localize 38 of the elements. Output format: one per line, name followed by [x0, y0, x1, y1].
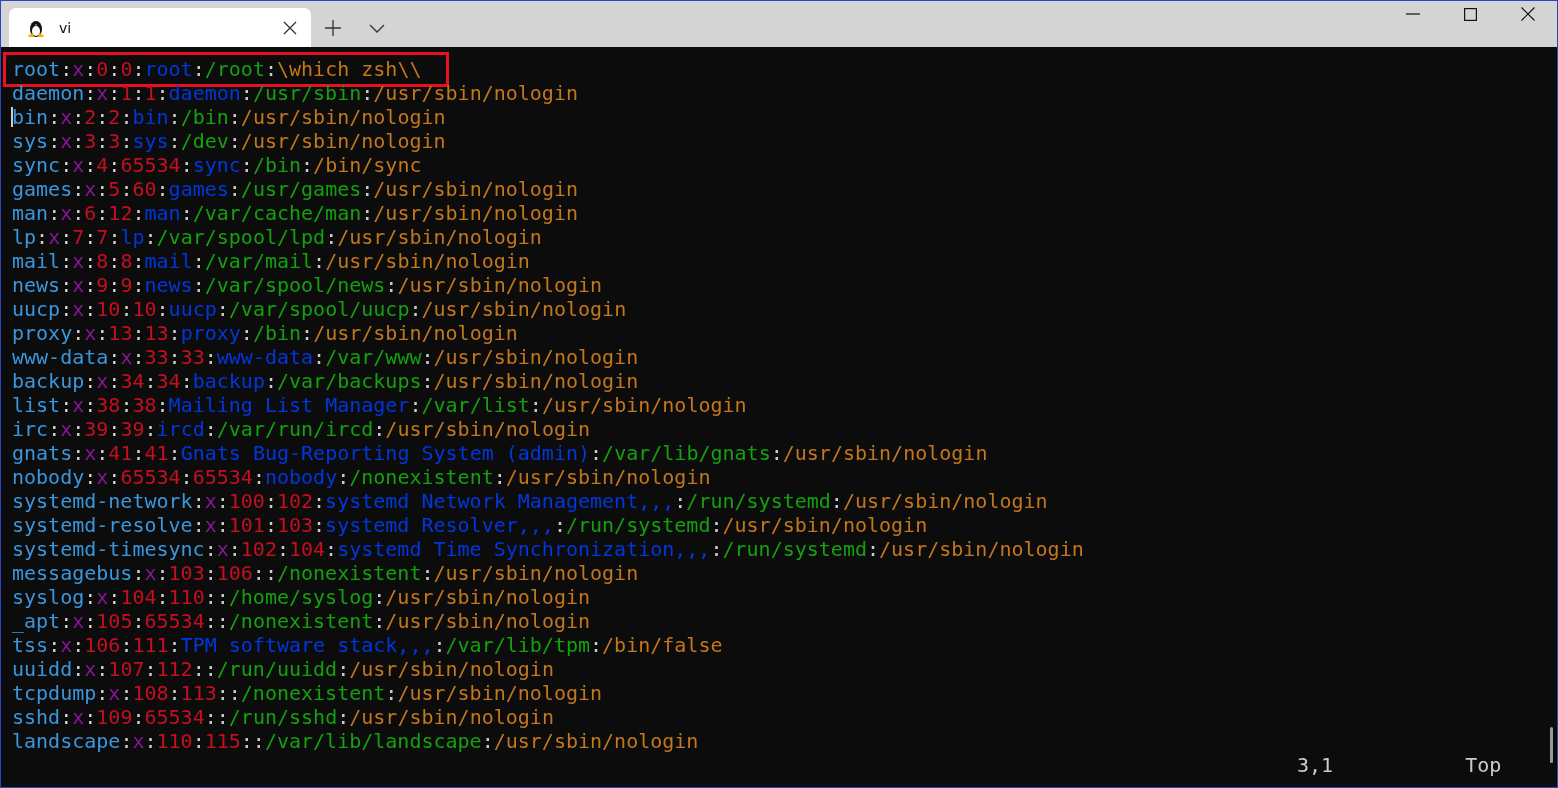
terminal-line: tss:x:106:111:TPM software stack,,,:/var/lib/tpm:/bin/false	[12, 633, 723, 657]
scrollbar-thumb[interactable]	[1550, 727, 1553, 763]
terminal-line: lp:x:7:7:lp:/var/spool/lpd:/usr/sbin/nologin	[12, 225, 542, 249]
plus-icon[interactable]	[325, 20, 341, 36]
terminal-line: tcpdump:x:108:113::/nonexistent:/usr/sbin/nologin	[12, 681, 603, 705]
terminal-line: nobody:x:65534:65534:nobody:/nonexistent:/usr/sbin/nologin	[12, 465, 711, 489]
terminal-line: syslog:x:104:110::/home/syslog:/usr/sbin/nologin	[12, 585, 591, 609]
terminal-line: systemd-timesync:x:102:104:systemd Time Synchronization,,,:/run/systemd:/usr/sbin/nologin	[12, 537, 1084, 561]
terminal-line: www-data:x:33:33:www-data:/var/www:/usr/sbin/nologin	[12, 345, 639, 369]
close-tab-icon[interactable]	[283, 20, 297, 35]
terminal-line: news:x:9:9:news:/var/spool/news:/usr/sbin/nologin	[12, 273, 603, 297]
terminal-line: landscape:x:110:115::/var/lib/landscape:/usr/sbin/nologin	[12, 729, 699, 753]
terminal-line: root:x:0:0:root:/root:\which zsh\\	[12, 57, 422, 81]
terminal-line: man:x:6:12:man:/var/cache/man:/usr/sbin/nologin	[12, 201, 578, 225]
terminal-line: messagebus:x:103:106::/nonexistent:/usr/sbin/nologin	[12, 561, 639, 585]
terminal-line: sync:x:4:65534:sync:/bin:/bin/sync	[12, 153, 422, 177]
terminal-line: backup:x:34:34:backup:/var/backups:/usr/sbin/nologin	[12, 369, 639, 393]
terminal-line: sys:x:3:3:sys:/dev:/usr/sbin/nologin	[12, 129, 446, 153]
terminal-line: gnats:x:41:41:Gnats Bug-Reporting System (admin):/var/lib/gnats:/usr/sbin/nologin	[12, 441, 988, 465]
scroll-position: Top	[1465, 753, 1502, 777]
terminal-line: daemon:x:1:1:daemon:/usr/sbin:/usr/sbin/nologin	[12, 81, 578, 105]
terminal-line: proxy:x:13:13:proxy:/bin:/usr/sbin/nologin	[12, 321, 518, 345]
maximize-icon[interactable]	[1464, 7, 1477, 21]
chevron-down-icon[interactable]	[369, 23, 385, 33]
cursor-position: 3,1	[1297, 753, 1334, 777]
terminal-line: sshd:x:109:65534::/run/sshd:/usr/sbin/nologin	[12, 705, 554, 729]
terminal-line: uuidd:x:107:112::/run/uuidd:/usr/sbin/nologin	[12, 657, 554, 681]
terminal-line: _apt:x:105:65534::/nonexistent:/usr/sbin/nologin	[12, 609, 591, 633]
close-icon[interactable]	[1521, 7, 1535, 21]
terminal-line: bin:x:2:2:bin:/bin:/usr/sbin/nologin	[12, 105, 446, 129]
terminal-tab[interactable]: vi	[9, 8, 311, 47]
terminal-line: list:x:38:38:Mailing List Manager:/var/list:/usr/sbin/nologin	[12, 393, 747, 417]
terminal-line: games:x:5:60:games:/usr/games:/usr/sbin/nologin	[12, 177, 579, 201]
terminal-line: uucp:x:10:10:uucp:/var/spool/uucp:/usr/sbin/nologin	[12, 297, 627, 321]
terminal-line: systemd-resolve:x:101:103:systemd Resolver,,,:/run/systemd:/usr/sbin/nologin	[12, 513, 928, 537]
terminal-line: mail:x:8:8:mail:/var/mail:/usr/sbin/nologin	[12, 249, 530, 273]
terminal-line: irc:x:39:39:ircd:/var/run/ircd:/usr/sbin/nologin	[12, 417, 591, 441]
terminal-line: systemd-network:x:100:102:systemd Network Management,,,:/run/systemd:/usr/sbin/nologin	[12, 489, 1048, 513]
